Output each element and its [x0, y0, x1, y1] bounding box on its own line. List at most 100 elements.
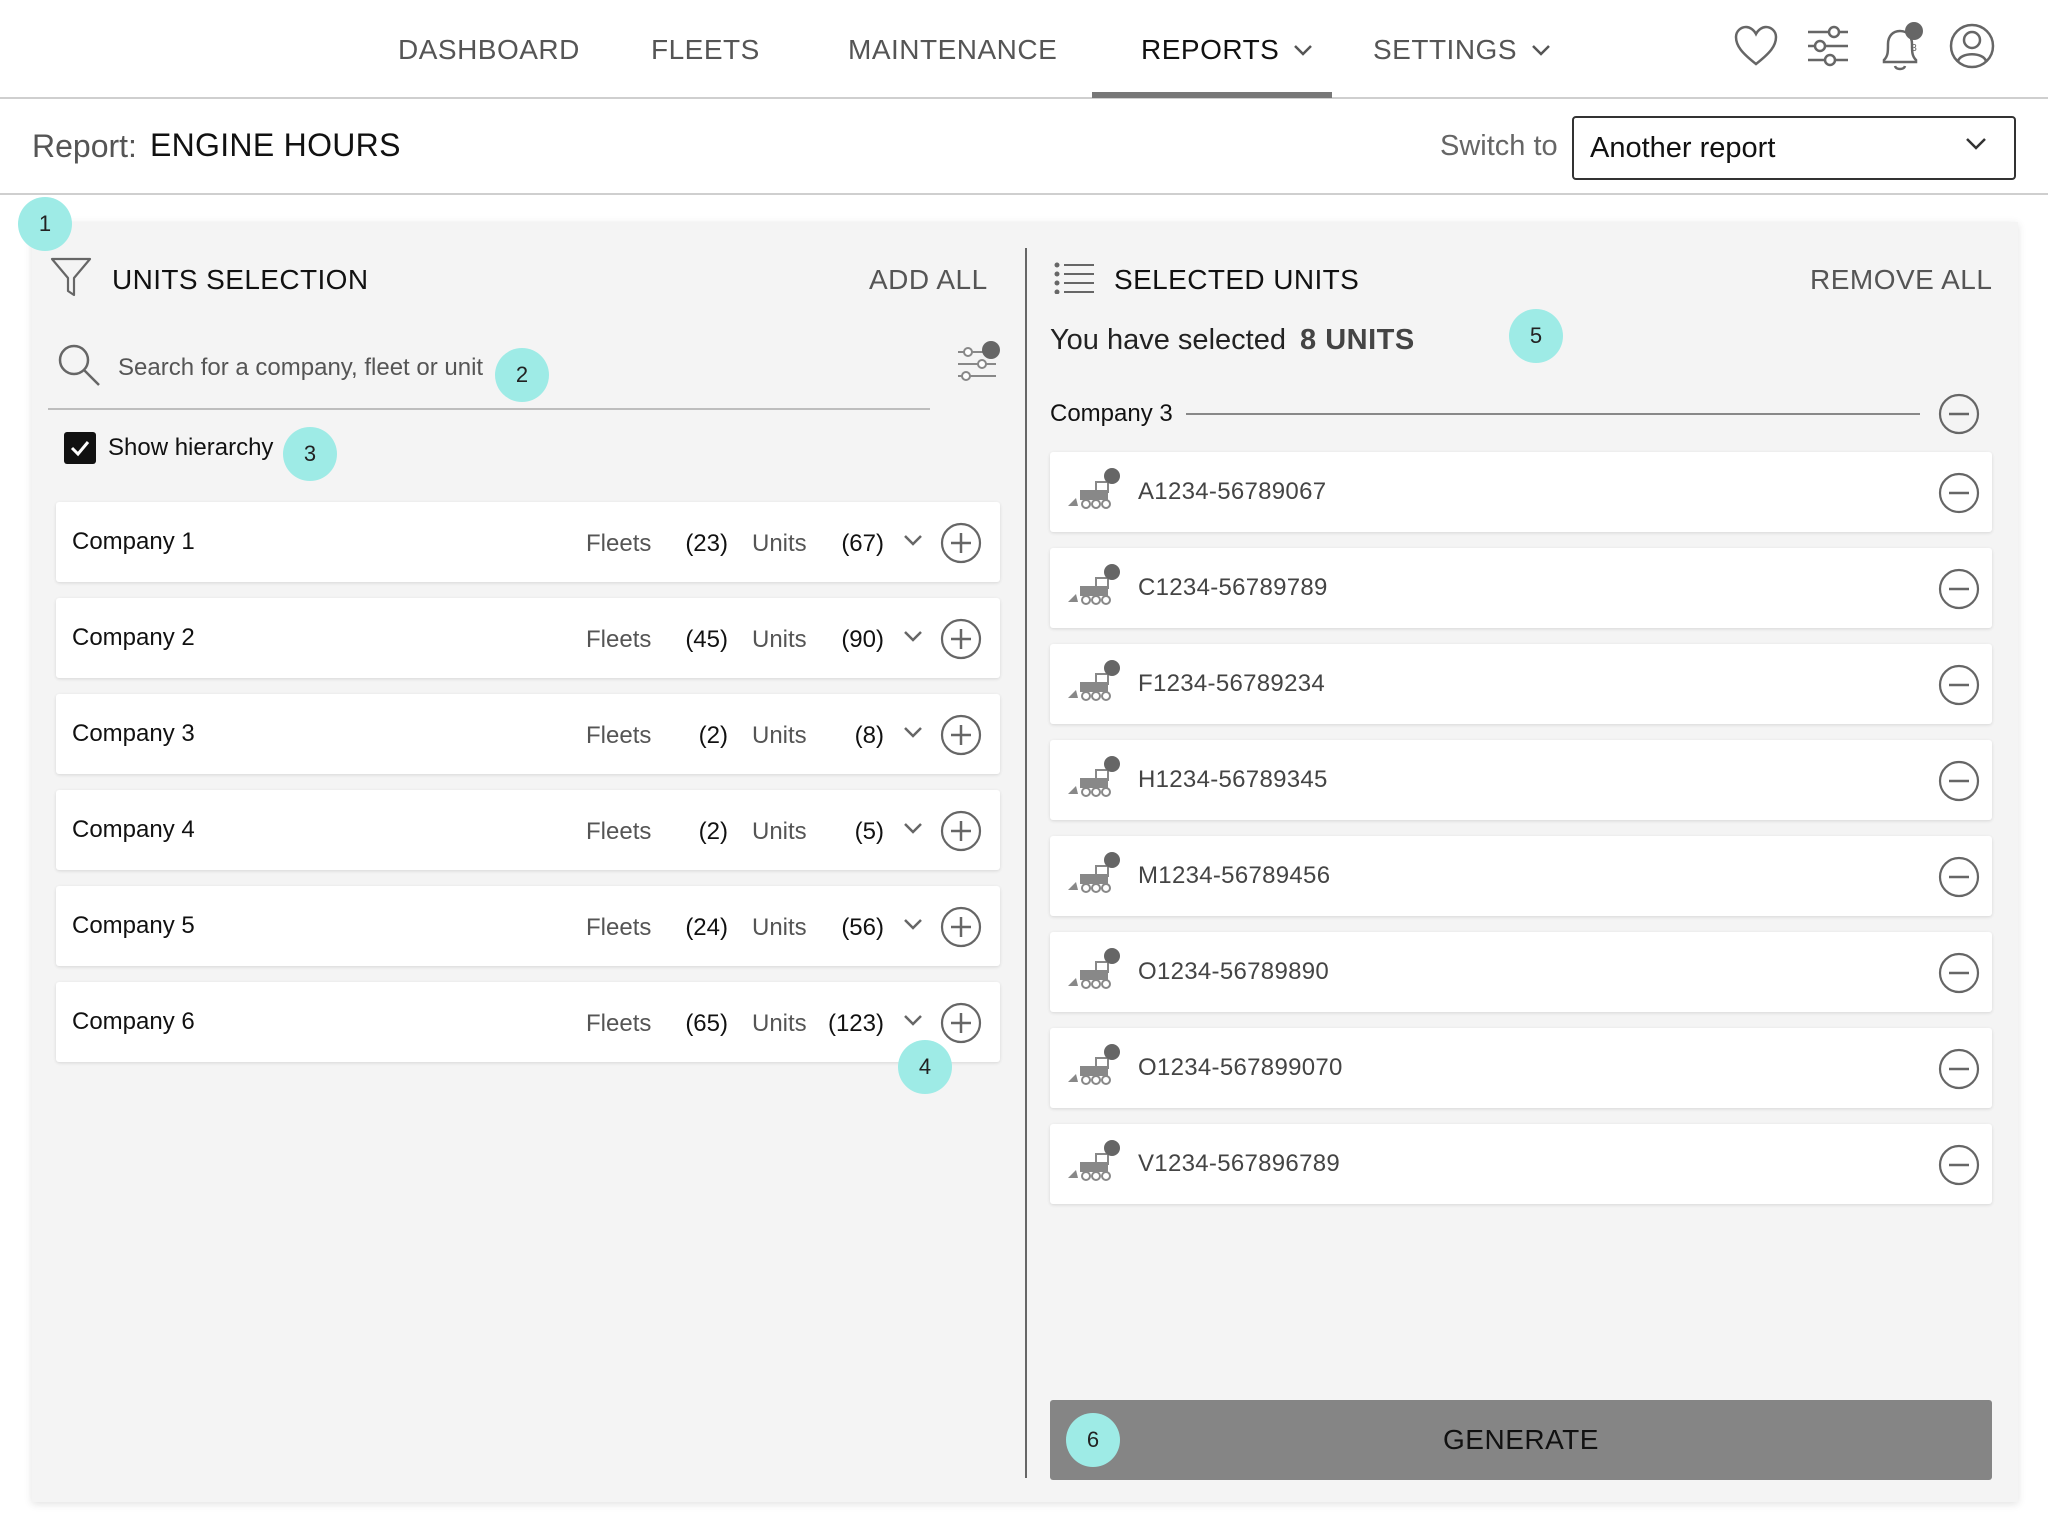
nav-maintenance[interactable]: MAINTENANCE [848, 34, 1057, 66]
company-row[interactable]: Company 4 Fleets (2) Units (5) [56, 790, 1000, 870]
company-row[interactable]: Company 2 Fleets (45) Units (90) [56, 598, 1000, 678]
selected-unit-row: O1234-56789890 [1050, 932, 1992, 1012]
search-icon [58, 344, 100, 386]
nav-settings-label: SETTINGS [1373, 34, 1518, 65]
units-label: Units [752, 818, 807, 845]
nav-fleets[interactable]: FLEETS [651, 34, 760, 66]
selected-unit-row: F1234-56789234 [1050, 644, 1992, 724]
remove-unit-icon[interactable] [1938, 856, 1980, 903]
chevron-down-icon[interactable] [902, 532, 924, 548]
selected-unit-row: C1234-56789789 [1050, 548, 1992, 628]
company-name: Company 5 [72, 912, 195, 939]
switch-to-label: Switch to [1440, 130, 1558, 162]
fleets-count: (2) [698, 818, 728, 845]
company-name: Company 6 [72, 1008, 195, 1035]
fleets-label: Fleets [586, 722, 652, 749]
remove-unit-icon[interactable] [1938, 1048, 1980, 1095]
selected-units-title: SELECTED UNITS [1114, 264, 1360, 295]
bell-icon[interactable]: 3 [1876, 22, 1926, 76]
group-divider [1186, 413, 1920, 415]
user-icon[interactable] [1948, 22, 1996, 70]
add-circle-icon[interactable] [940, 522, 982, 564]
units-count: (123) [827, 1010, 884, 1037]
units-label: Units [752, 1010, 807, 1037]
search-input[interactable] [118, 348, 518, 388]
remove-unit-icon[interactable] [1938, 568, 1980, 615]
nav-reports-label: REPORTS [1141, 34, 1280, 65]
chevron-down-icon [1966, 138, 1986, 150]
remove-group-icon[interactable] [1938, 393, 1980, 435]
nav-settings[interactable]: SETTINGS [1373, 34, 1551, 66]
annotation-badge: 2 [495, 348, 549, 402]
sliders-icon[interactable] [1804, 22, 1852, 70]
remove-unit-icon[interactable] [1938, 1144, 1980, 1191]
generate-button[interactable]: GENERATE [1050, 1400, 1992, 1480]
units-label: Units [752, 530, 807, 557]
units-selection-title: UNITS SELECTION [112, 264, 369, 295]
units-label: Units [752, 914, 807, 941]
chevron-down-icon[interactable] [902, 724, 924, 740]
search-underline [48, 408, 930, 410]
vehicle-icon [1066, 660, 1122, 709]
remove-unit-icon[interactable] [1938, 760, 1980, 807]
fleets-label: Fleets [586, 914, 652, 941]
report-name: ENGINE HOURS [150, 127, 401, 163]
chevron-down-icon[interactable] [902, 820, 924, 836]
remove-unit-icon[interactable] [1938, 472, 1980, 519]
chevron-down-icon[interactable] [902, 1012, 924, 1028]
chevron-down-icon [1294, 45, 1313, 56]
add-circle-icon[interactable] [940, 810, 982, 852]
selected-unit-row: A1234-56789067 [1050, 452, 1992, 532]
company-row[interactable]: Company 3 Fleets (2) Units (8) [56, 694, 1000, 774]
chevron-down-icon[interactable] [902, 628, 924, 644]
units-count: (5) [854, 818, 884, 845]
nav-reports[interactable]: REPORTS [1141, 34, 1313, 66]
fleets-label: Fleets [586, 1010, 652, 1037]
add-circle-icon[interactable] [940, 618, 982, 660]
nav-dashboard-label: DASHBOARD [398, 34, 580, 65]
selected-unit-row: O1234-567899070 [1050, 1028, 1992, 1108]
chevron-down-icon[interactable] [902, 916, 924, 932]
add-all-button[interactable]: ADD ALL [869, 264, 988, 296]
units-count: (67) [841, 530, 884, 557]
unit-id: M1234-56789456 [1138, 862, 1331, 889]
units-label: Units [752, 626, 807, 653]
fleets-label: Fleets [586, 530, 652, 557]
annotation-badge: 1 [18, 197, 72, 251]
selection-summary-prefix: You have selected [1050, 324, 1286, 356]
nav-dashboard[interactable]: DASHBOARD [398, 34, 580, 66]
top-navigation: DASHBOARD FLEETS MAINTENANCE REPORTS SET… [0, 0, 2048, 99]
list-icon [1054, 262, 1094, 294]
remove-unit-icon[interactable] [1938, 664, 1980, 711]
unit-id: V1234-567896789 [1138, 1150, 1341, 1177]
show-hierarchy-label: Show hierarchy [108, 434, 274, 461]
company-row[interactable]: Company 6 Fleets (65) Units (123) [56, 982, 1000, 1062]
fleets-label: Fleets [586, 818, 652, 845]
annotation-badge: 5 [1509, 309, 1563, 363]
selected-unit-row: M1234-56789456 [1050, 836, 1992, 916]
vehicle-icon [1066, 948, 1122, 997]
add-circle-icon[interactable] [940, 714, 982, 756]
add-circle-icon[interactable] [940, 1002, 982, 1044]
vehicle-icon [1066, 756, 1122, 805]
vehicle-icon [1066, 1044, 1122, 1093]
selection-summary: You have selected 8 UNITS [1050, 324, 1415, 357]
show-hierarchy-checkbox[interactable] [64, 432, 96, 464]
heart-icon[interactable] [1732, 22, 1780, 70]
vehicle-icon [1066, 468, 1122, 517]
unit-id: H1234-56789345 [1138, 766, 1328, 793]
annotation-badge: 3 [283, 427, 337, 481]
filter-icon [50, 257, 92, 297]
fleets-count: (24) [685, 914, 728, 941]
annotation-badge: 4 [898, 1040, 952, 1094]
fleets-count: (45) [685, 626, 728, 653]
company-row[interactable]: Company 5 Fleets (24) Units (56) [56, 886, 1000, 966]
add-circle-icon[interactable] [940, 906, 982, 948]
remove-unit-icon[interactable] [1938, 952, 1980, 999]
report-switch-value: Another report [1590, 131, 1776, 164]
report-switch-select[interactable]: Another report [1572, 116, 2016, 180]
remove-all-button[interactable]: REMOVE ALL [1810, 264, 1992, 296]
report-label: Report: [32, 128, 137, 164]
filter-settings-icon[interactable] [956, 340, 1002, 386]
company-row[interactable]: Company 1 Fleets (23) Units (67) [56, 502, 1000, 582]
